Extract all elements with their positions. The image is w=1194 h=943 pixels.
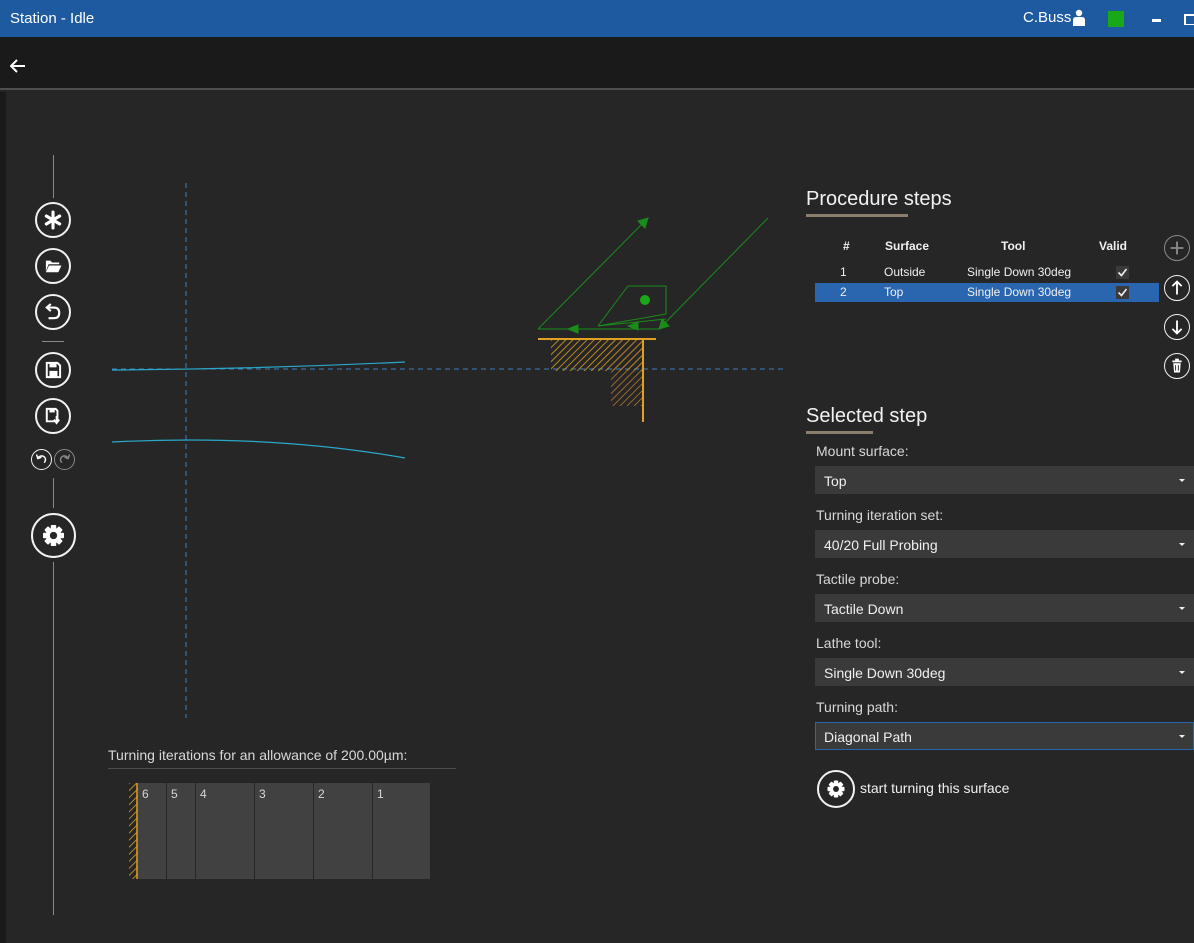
iterations-label: Turning iterations for an allowance of 2… [108,747,408,763]
add-step-button[interactable] [1164,235,1190,261]
turning-path-label: Turning path: [816,699,898,715]
iteration-set-label: Turning iteration set: [816,507,944,523]
iteration-box: 1 [373,783,430,879]
chevron-down-icon [1179,479,1185,482]
selected-step-underline [806,431,873,434]
add-icon [1170,241,1184,255]
mount-surface-select[interactable]: Top [815,466,1194,494]
table-row-selected[interactable]: 2 Top Single Down 30deg [815,283,1159,302]
tactile-probe-label: Tactile probe: [816,571,900,587]
valid-checkbox[interactable] [1116,266,1129,279]
start-turning-button[interactable] [817,770,855,808]
move-down-button[interactable] [1164,314,1190,340]
iteration-box: 3 [255,783,313,879]
lathe-tool-label: Lathe tool: [816,635,882,651]
chevron-down-icon [1179,671,1185,674]
iteration-box: 4 [196,783,254,879]
settings-gear-icon [827,780,845,798]
chevron-down-icon [1179,735,1185,738]
workpiece-section [538,338,656,422]
move-down-icon [1171,320,1183,335]
selected-step-title: Selected step [806,405,928,427]
table-row[interactable]: 1 Outside Single Down 30deg [815,263,1159,282]
delete-step-button[interactable] [1164,353,1190,379]
column-header-tool[interactable]: Tool [1001,239,1025,253]
move-up-button[interactable] [1164,275,1190,301]
chevron-down-icon [1179,607,1185,610]
move-up-icon [1171,280,1183,295]
iteration-box: 5 [167,783,195,879]
procedure-steps-underline [806,214,908,217]
column-header-valid[interactable]: Valid [1099,239,1127,253]
tactile-probe-select[interactable]: Tactile Down [815,594,1194,622]
valid-checkbox[interactable] [1116,286,1129,299]
checkmark-icon [1117,268,1128,277]
iterations-underline [108,768,456,769]
iteration-box: 2 [314,783,372,879]
mount-surface-label: Mount surface: [816,443,909,459]
profile-bottom-curve [111,439,406,459]
lathe-tool-select[interactable]: Single Down 30deg [815,658,1194,686]
column-header-surface[interactable]: Surface [885,239,929,253]
delete-icon [1172,358,1182,373]
column-header-num[interactable]: # [843,239,850,253]
procedure-steps-title: Procedure steps [806,188,952,210]
turning-path-select[interactable]: Diagonal Path [815,722,1194,750]
iteration-box: 6 [138,783,166,879]
tool-path [537,217,769,334]
checkmark-icon [1117,288,1128,297]
start-turning-label[interactable]: start turning this surface [860,780,1009,796]
chevron-down-icon [1179,543,1185,546]
iteration-set-select[interactable]: 40/20 Full Probing [815,530,1194,558]
